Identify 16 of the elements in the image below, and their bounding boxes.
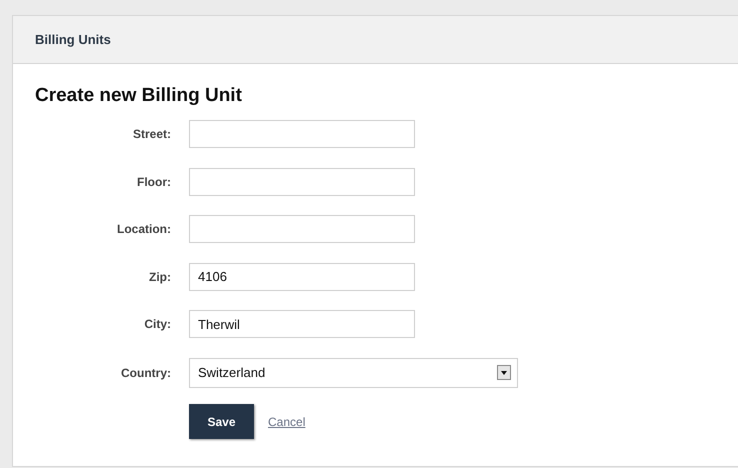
- text-field[interactable]: 4106: [189, 262, 415, 290]
- field-label: City:: [143, 317, 171, 331]
- form-heading: Create new Billing Unit: [35, 84, 243, 108]
- panel-title: Billing Units: [35, 32, 111, 47]
- text-field[interactable]: Therwil: [189, 310, 415, 338]
- field-label: Zip:: [148, 270, 171, 284]
- country-select[interactable]: Switzerland: [189, 358, 518, 388]
- field-label: Street:: [132, 127, 171, 141]
- text-field[interactable]: [189, 215, 415, 243]
- field-label: Country:: [120, 366, 171, 380]
- save-button[interactable]: Save: [189, 404, 254, 439]
- field-label: Location:: [116, 222, 171, 236]
- field-label: Floor:: [136, 174, 171, 188]
- cancel-link[interactable]: Cancel: [268, 414, 306, 428]
- text-field[interactable]: [189, 168, 415, 196]
- text-field[interactable]: [189, 120, 415, 148]
